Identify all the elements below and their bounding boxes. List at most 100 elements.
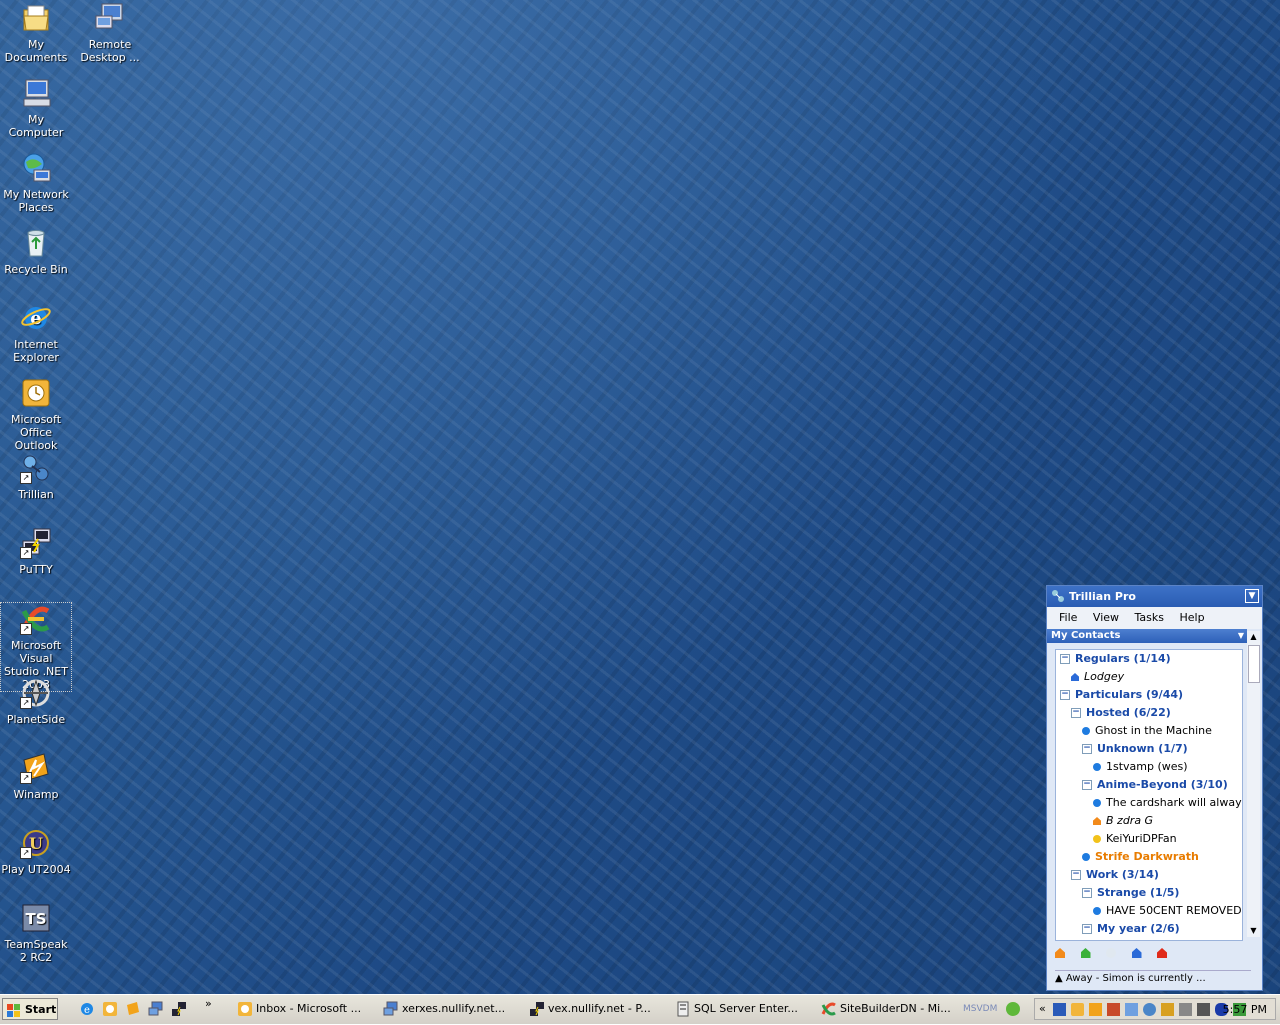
shortcut-arrow-icon: ↗ xyxy=(20,472,32,484)
desktop-icon-my-documents[interactable]: My Documents xyxy=(0,2,72,64)
contact-group[interactable]: − My year (2/6) xyxy=(1056,920,1242,938)
contact-item[interactable]: The cardshark will always b... xyxy=(1056,794,1242,812)
contact-item[interactable]: Ghost in the Machine xyxy=(1056,722,1242,740)
task-button-visual-studio[interactable]: SiteBuilderDN - Mi... xyxy=(818,998,958,1020)
desktop-icon-remote-desktop[interactable]: Remote Desktop ... xyxy=(74,2,146,64)
teamspeak-icon: TS xyxy=(20,902,52,934)
collapse-icon[interactable]: − xyxy=(1071,708,1081,718)
msvdm-desktop-icon[interactable] xyxy=(1006,1002,1020,1016)
menu-file[interactable]: File xyxy=(1059,611,1077,624)
menu-help[interactable]: Help xyxy=(1180,611,1205,624)
start-button[interactable]: Start xyxy=(2,998,58,1020)
desktop-icon-ut2004[interactable]: U ↗ Play UT2004 xyxy=(0,827,72,876)
tray-app-icon[interactable] xyxy=(1107,1003,1120,1016)
collapse-icon[interactable]: − xyxy=(1071,870,1081,880)
contact-list-scrollbar[interactable]: ▲ ▼ xyxy=(1247,631,1260,937)
contact-item[interactable]: B zdra G xyxy=(1056,812,1242,830)
desktop-icon-label: My Documents xyxy=(4,38,68,64)
menu-tasks[interactable]: Tasks xyxy=(1135,611,1164,624)
trillian-window[interactable]: Trillian Pro ▼ File View Tasks Help My C… xyxy=(1046,585,1263,991)
contact-label: 1stvamp (wes) xyxy=(1106,760,1188,773)
tray-security-icon[interactable] xyxy=(1197,1003,1210,1016)
trillian-titlebar[interactable]: Trillian Pro ▼ xyxy=(1047,586,1262,607)
quicklaunch-putty-icon[interactable] xyxy=(171,1001,187,1017)
desktop-icon-outlook[interactable]: Microsoft Office Outlook xyxy=(0,377,72,452)
tray-lock-icon[interactable] xyxy=(1161,1003,1174,1016)
tray-trillian-icon[interactable] xyxy=(1143,1003,1156,1016)
contact-group[interactable]: − Particulars (9/44) xyxy=(1056,686,1242,704)
contact-group[interactable]: − Strange (1/5) xyxy=(1056,884,1242,902)
scroll-down-icon[interactable]: ▼ xyxy=(1247,925,1260,937)
collapse-icon[interactable]: − xyxy=(1060,690,1070,700)
contact-group[interactable]: − Work (3/14) xyxy=(1056,866,1242,884)
desktop-icon-recycle-bin[interactable]: Recycle Bin xyxy=(0,227,72,276)
contact-item[interactable]: HAVE 50CENT REMOVED... xyxy=(1056,902,1242,920)
contact-label: The cardshark will always b... xyxy=(1106,796,1242,809)
contact-group[interactable]: − Hosted (6/22) xyxy=(1056,704,1242,722)
task-button-outlook[interactable]: Inbox - Microsoft ... xyxy=(234,998,374,1020)
desktop-icon-label: Trillian xyxy=(18,488,54,501)
msvdm-label[interactable]: MSVDM xyxy=(963,1004,997,1014)
trillian-menubar: File View Tasks Help xyxy=(1047,607,1262,629)
status-icon xyxy=(1093,817,1101,825)
ut2004-icon: U ↗ xyxy=(20,827,52,859)
contact-list[interactable]: − Regulars (1/14) Lodgey − Particulars (9/44… xyxy=(1055,649,1243,941)
desktop-icon-network-places[interactable]: My Network Places xyxy=(0,152,72,214)
scroll-up-icon[interactable]: ▲ xyxy=(1247,631,1260,643)
quicklaunch-chevron-icon[interactable]: » xyxy=(205,997,221,1013)
collapse-icon[interactable]: − xyxy=(1060,654,1070,664)
tray-volume-icon[interactable] xyxy=(1179,1003,1192,1016)
contact-item[interactable]: Lodgey xyxy=(1056,668,1242,686)
quicklaunch-winamp-icon[interactable] xyxy=(125,1001,141,1017)
tray-network-icon[interactable] xyxy=(1053,1003,1066,1016)
menu-view[interactable]: View xyxy=(1093,611,1119,624)
desktop-icon-planetside[interactable]: ↗ PlanetSide xyxy=(0,677,72,726)
contact-group[interactable]: − Regulars (1/14) xyxy=(1056,650,1242,668)
tray-outlook-icon[interactable] xyxy=(1071,1003,1084,1016)
task-button-remote-desktop[interactable]: xerxes.nullify.net... xyxy=(380,998,520,1020)
desktop-icon-teamspeak[interactable]: TS TeamSpeak 2 RC2 xyxy=(0,902,72,964)
status-invisible-icon[interactable] xyxy=(1106,948,1116,958)
tray-monitor-icon[interactable] xyxy=(1125,1003,1138,1016)
contact-item[interactable]: Strife Darkwrath xyxy=(1056,848,1242,866)
desktop-icon-putty[interactable]: ↗ PuTTY xyxy=(0,527,72,576)
trillian-menu-button[interactable]: ▼ xyxy=(1245,589,1259,603)
contact-group[interactable]: − Anime-Beyond (3/10) xyxy=(1056,776,1242,794)
taskbar: Start e » Inbox - Microsoft ... xerxes.n… xyxy=(0,994,1280,1024)
status-message[interactable]: ▲ Away - Simon is currently ... xyxy=(1055,970,1251,987)
tray-collapse-icon[interactable]: « xyxy=(1039,1002,1046,1015)
contact-item[interactable]: KeiYuriDPFan xyxy=(1056,830,1242,848)
collapse-icon[interactable]: − xyxy=(1082,924,1092,934)
collapse-icon[interactable]: − xyxy=(1082,744,1092,754)
task-button-sql-server[interactable]: SQL Server Enter... xyxy=(672,998,812,1020)
task-label: xerxes.nullify.net... xyxy=(402,1002,506,1015)
quicklaunch-outlook-icon[interactable] xyxy=(102,1001,118,1017)
desktop-icon-label: My Computer xyxy=(8,113,64,139)
status-away-icon[interactable] xyxy=(1055,948,1065,958)
contacts-header[interactable]: My Contacts ▼ xyxy=(1047,629,1247,643)
quicklaunch-ie-icon[interactable]: e xyxy=(79,1001,95,1017)
status-offline-icon[interactable] xyxy=(1157,948,1167,958)
collapse-icon[interactable]: − xyxy=(1082,888,1092,898)
tray-winamp-icon[interactable] xyxy=(1089,1003,1102,1016)
chevron-down-icon[interactable]: ▼ xyxy=(1238,629,1244,643)
contact-label: KeiYuriDPFan xyxy=(1106,832,1177,845)
clock[interactable]: 5:57 PM xyxy=(1223,999,1267,1021)
status-online-icon[interactable] xyxy=(1080,948,1091,958)
trillian-title: Trillian Pro xyxy=(1069,590,1136,603)
desktop-icon-label: Winamp xyxy=(13,788,59,801)
collapse-icon[interactable]: − xyxy=(1082,780,1092,790)
caret-up-icon: ▲ xyxy=(1055,973,1066,984)
desktop-icon-winamp[interactable]: ↗ Winamp xyxy=(0,752,72,801)
desktop-icon-my-computer[interactable]: My Computer xyxy=(0,77,72,139)
task-label: SiteBuilderDN - Mi... xyxy=(840,1002,951,1015)
status-network-icon[interactable] xyxy=(1131,948,1142,958)
scroll-thumb[interactable] xyxy=(1248,645,1260,683)
desktop-icon-trillian[interactable]: ↗ Trillian xyxy=(0,452,72,501)
task-button-putty[interactable]: vex.nullify.net - P... xyxy=(526,998,666,1020)
quicklaunch-remote-desktop-icon[interactable] xyxy=(148,1001,164,1017)
contact-group[interactable]: − Unknown (1/7) xyxy=(1056,740,1242,758)
desktop-icon-internet-explorer[interactable]: e Internet Explorer xyxy=(0,302,72,364)
contact-item[interactable]: 1stvamp (wes) xyxy=(1056,758,1242,776)
desktop[interactable]: My Documents Remote Desktop ... My Compu… xyxy=(0,0,1280,994)
